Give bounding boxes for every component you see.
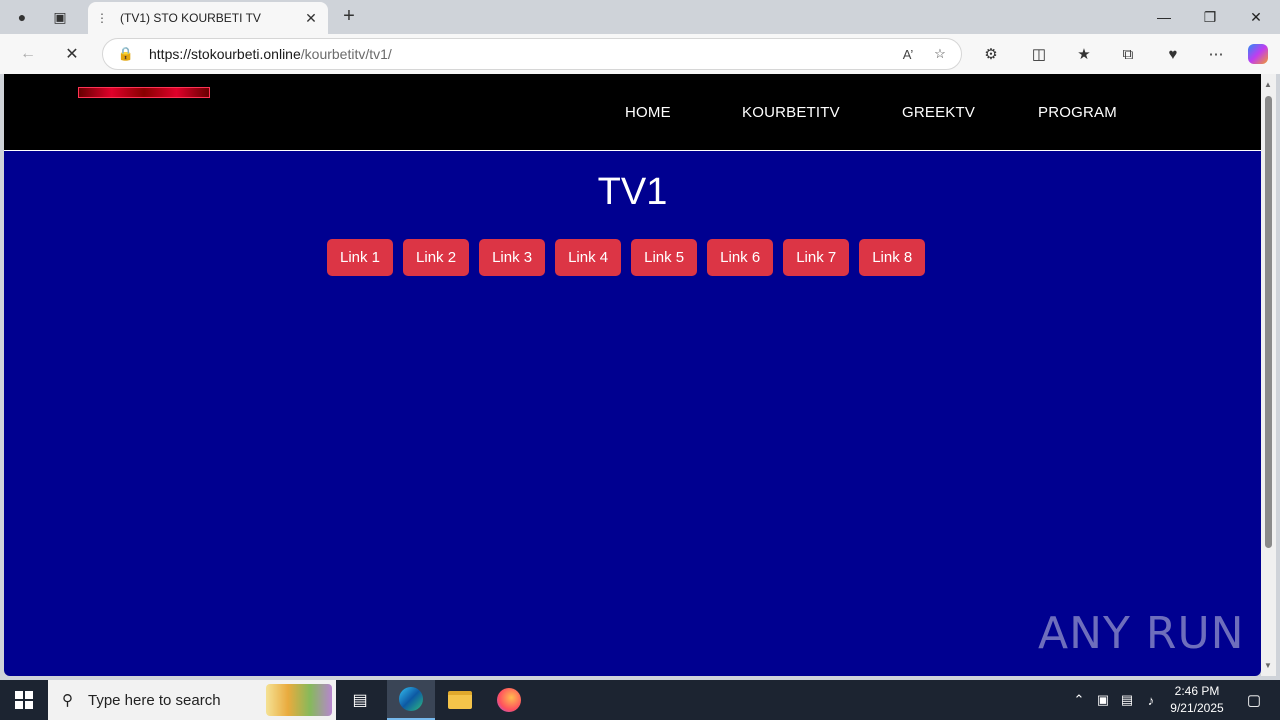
firefox-icon (497, 688, 521, 712)
tab-actions-icon[interactable]: ▣ (48, 6, 72, 28)
back-button[interactable]: ← (14, 42, 42, 66)
browser-toolbar: ← ✕ 🔒 https://stokourbeti.online/kourbet… (0, 34, 1280, 74)
link-4-button[interactable]: Link 4 (555, 239, 622, 276)
stop-loading-button[interactable]: ✕ (58, 42, 86, 66)
favorite-star-icon[interactable]: ☆ (929, 46, 951, 62)
taskbar-file-explorer[interactable] (436, 680, 484, 720)
profile-icon[interactable]: ● (10, 6, 34, 28)
search-placeholder: Type here to search (88, 691, 221, 709)
tray-device-icon[interactable]: ▣ (1092, 680, 1114, 720)
scroll-down-icon[interactable]: ▼ (1264, 661, 1272, 670)
favorites-icon[interactable]: ★ (1070, 42, 1098, 66)
anyrun-watermark: ANY RUN (1038, 608, 1245, 659)
browser-tab-bar: ● ▣ ⋮ (TV1) STO KOURBETI TV ✕ + — ❐ ✕ (0, 0, 1280, 34)
lock-icon[interactable]: 🔒 (117, 46, 135, 62)
windows-taskbar: ⚲ Type here to search ▤ ⌃ ▣ ▤ ♪ 2:46 PM … (0, 680, 1280, 720)
search-highlight-image (266, 684, 332, 716)
address-bar[interactable]: 🔒 https://stokourbeti.online/kourbetitv/… (102, 38, 962, 70)
link-3-button[interactable]: Link 3 (479, 239, 546, 276)
page-title: TV1 (597, 171, 668, 213)
nav-home[interactable]: HOME (625, 104, 671, 121)
taskbar-firefox[interactable] (485, 680, 533, 720)
scrollbar-thumb[interactable] (1265, 96, 1272, 548)
windows-logo-icon (15, 691, 33, 709)
taskbar-clock[interactable]: 2:46 PM 9/21/2025 (1160, 683, 1234, 717)
url-path: /kourbetitv/tv1/ (300, 46, 392, 62)
tab-title: (TV1) STO KOURBETI TV (120, 11, 261, 25)
notification-icon[interactable]: ▢ (1236, 680, 1272, 720)
scroll-up-icon[interactable]: ▲ (1264, 80, 1272, 89)
start-button[interactable] (0, 680, 48, 720)
nav-greektv[interactable]: GREEKTV (902, 104, 975, 121)
tray-overflow-icon[interactable]: ⌃ (1068, 680, 1090, 720)
stream-links: Link 1 Link 2 Link 3 Link 4 Link 5 Link … (327, 239, 935, 276)
network-icon[interactable]: ▤ (1116, 680, 1138, 720)
settings-more-icon[interactable]: ⋯ (1202, 42, 1230, 66)
split-screen-icon[interactable]: ◫ (1025, 42, 1053, 66)
link-1-button[interactable]: Link 1 (327, 239, 394, 276)
page-scrollbar[interactable]: ▲ ▼ (1261, 74, 1276, 676)
taskbar-edge[interactable] (387, 680, 435, 720)
edge-icon (399, 687, 423, 711)
volume-icon[interactable]: ♪ (1140, 680, 1162, 720)
nav-program[interactable]: PROGRAM (1038, 104, 1117, 121)
collections-icon[interactable]: ⧉ (1114, 42, 1142, 66)
read-aloud-icon[interactable]: A’ (897, 47, 919, 62)
site-header: HOME KOURBETITV GREEKTV PROGRAM (4, 74, 1261, 151)
url-host: https://stokourbeti.online (149, 46, 301, 62)
nav-kourbetitv[interactable]: KOURBETITV (742, 104, 840, 121)
site-logo[interactable] (78, 87, 210, 98)
clock-date: 9/21/2025 (1170, 701, 1224, 715)
taskbar-search[interactable]: ⚲ Type here to search (48, 680, 336, 720)
page-viewport: HOME KOURBETITV GREEKTV PROGRAM TV1 Link… (4, 74, 1261, 676)
link-7-button[interactable]: Link 7 (783, 239, 850, 276)
copilot-icon[interactable] (1248, 44, 1268, 64)
url-text[interactable]: https://stokourbeti.online/kourbetitv/tv… (149, 46, 897, 62)
link-6-button[interactable]: Link 6 (707, 239, 774, 276)
extensions-icon[interactable]: ⚙ (977, 42, 1005, 66)
link-5-button[interactable]: Link 5 (631, 239, 698, 276)
link-8-button[interactable]: Link 8 (859, 239, 926, 276)
loading-icon: ⋮ (96, 11, 108, 25)
browser-essentials-icon[interactable]: ♥ (1159, 42, 1187, 66)
task-view-icon[interactable]: ▤ (336, 680, 384, 720)
folder-icon (448, 691, 472, 709)
close-window-button[interactable]: ✕ (1233, 0, 1279, 34)
search-icon: ⚲ (62, 692, 73, 709)
browser-tab[interactable]: ⋮ (TV1) STO KOURBETI TV ✕ (88, 2, 328, 34)
new-tab-button[interactable]: + (338, 6, 360, 28)
link-2-button[interactable]: Link 2 (403, 239, 470, 276)
clock-time: 2:46 PM (1174, 684, 1220, 698)
restore-button[interactable]: ❐ (1187, 0, 1233, 34)
close-tab-icon[interactable]: ✕ (300, 10, 322, 27)
minimize-button[interactable]: — (1141, 0, 1187, 34)
